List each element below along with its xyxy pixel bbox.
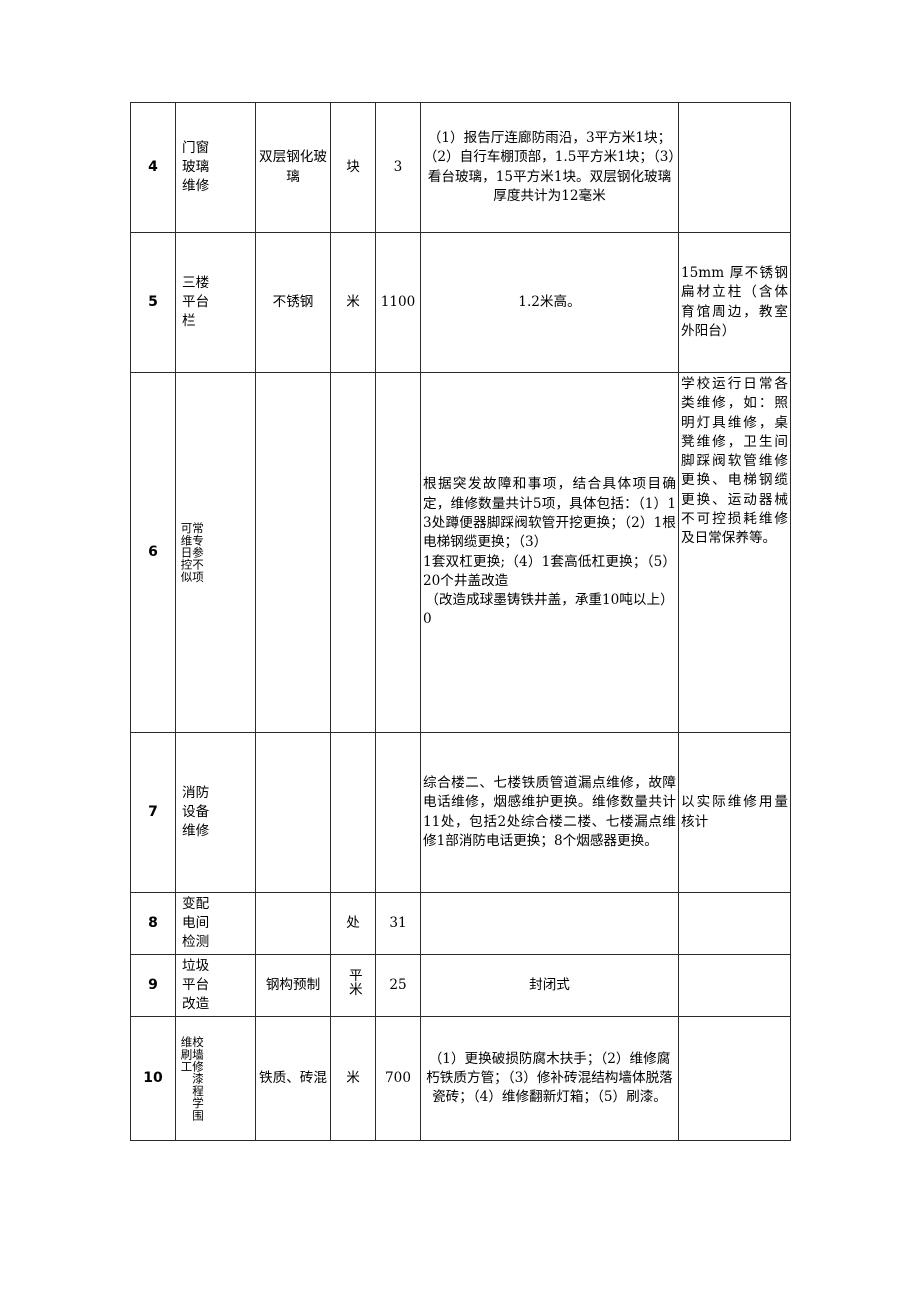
item-unit: 块 xyxy=(330,102,376,233)
item-note xyxy=(678,954,791,1017)
item-unit-text: 平米 xyxy=(345,968,362,997)
table-row: 9 垃圾平台改造 钢构预制 平米 25 封闭式 xyxy=(130,954,791,1017)
row-index: 7 xyxy=(130,732,176,893)
item-description: （1）更换破损防腐木扶手；（2）维修腐朽铁质方管；（3）修补砖混结构墙体脱落瓷砖… xyxy=(420,1016,679,1141)
item-description: 封闭式 xyxy=(420,954,679,1017)
item-material: 铁质、砖混 xyxy=(255,1016,331,1141)
item-note: 15mm 厚不锈钢扁材立柱（含体育馆周边，教室外阳台） xyxy=(678,232,791,373)
item-quantity: 25 xyxy=(375,954,421,1017)
item-quantity: 700 xyxy=(375,1016,421,1141)
item-name-vertical-right: 常专参不项 xyxy=(191,522,205,583)
item-name-text: 变配电间检测 xyxy=(182,896,210,950)
row-index: 9 xyxy=(130,954,176,1017)
item-material xyxy=(255,892,331,955)
table-row: 6 常专参不项 可维日控似 根据突发故障和事项，结合具体项目确定，维修数量共计5… xyxy=(130,372,791,733)
item-name-vertical-right: 校墙修漆程学围 xyxy=(191,1035,205,1122)
item-name-text: 三楼平台栏 xyxy=(182,275,210,329)
row-index: 6 xyxy=(130,372,176,733)
item-quantity xyxy=(375,372,421,733)
table-row: 7 消防设备维修 综合楼二、七楼铁质管道漏点维修，故障电话维修，烟感维护更换。维… xyxy=(130,732,791,893)
item-quantity xyxy=(375,732,421,893)
table-row: 4 门窗玻璃维修 双层钢化玻璃 块 3 （1）报告厅连廊防雨沿，3平方米1块；（… xyxy=(130,102,791,233)
item-name-text: 门窗玻璃维修 xyxy=(182,140,210,194)
item-name-vertical-left: 可维日控似 xyxy=(179,522,194,583)
item-description-part3: （改造成球墨铸铁井盖，承重10吨以上）0 xyxy=(423,592,674,628)
item-material xyxy=(255,372,331,733)
item-description: 根据突发故障和事项，结合具体项目确定，维修数量共计5项，具体包括：（1）13处蹲… xyxy=(420,372,679,733)
item-description-part1: 根据突发故障和事项，结合具体项目确定，维修数量共计5项，具体包括：（1）13处蹲… xyxy=(423,476,676,551)
item-note xyxy=(678,892,791,955)
item-note xyxy=(678,1016,791,1141)
item-note: 以实际维修用量核计 xyxy=(678,732,791,893)
item-name: 变配电间检测 xyxy=(175,892,256,955)
item-name-vertical: 校墙修漆程学围 维刷工 xyxy=(178,1036,253,1121)
item-name: 常专参不项 可维日控似 xyxy=(175,372,256,733)
item-description xyxy=(420,892,679,955)
table-row: 5 三楼平台栏 不锈钢 米 1100 1.2米高。 15mm 厚不锈钢扁材立柱（… xyxy=(130,232,791,373)
item-material: 双层钢化玻璃 xyxy=(255,102,331,233)
item-note xyxy=(678,102,791,233)
item-name: 三楼平台栏 xyxy=(175,232,256,373)
item-name-text: 消防设备维修 xyxy=(182,785,210,839)
item-material: 钢构预制 xyxy=(255,954,331,1017)
item-description-part2: 1套双杠更换;（4）1套高低杠更换；（5）20个井盖改造 xyxy=(423,553,676,589)
table-row: 10 校墙修漆程学围 维刷工 铁质、砖混 米 700 （1）更换破损防腐木扶手；… xyxy=(130,1016,791,1141)
item-description: 综合楼二、七楼铁质管道漏点维修，故障电话维修，烟感维护更换。维修数量共计11处，… xyxy=(420,732,679,893)
item-name-vertical: 常专参不项 可维日控似 xyxy=(178,522,253,583)
item-quantity: 31 xyxy=(375,892,421,955)
item-quantity: 3 xyxy=(375,102,421,233)
item-unit xyxy=(330,372,376,733)
item-note: 学校运行日常各类维修，如：照明灯具维修，桌凳维修，卫生间脚踩阀软管维修更换、电梯… xyxy=(678,372,791,733)
item-material: 不锈钢 xyxy=(255,232,331,373)
item-name: 消防设备维修 xyxy=(175,732,256,893)
item-unit: 处 xyxy=(330,892,376,955)
row-index: 5 xyxy=(130,232,176,373)
row-index: 8 xyxy=(130,892,176,955)
item-unit: 平米 xyxy=(330,954,376,1017)
row-index: 4 xyxy=(130,102,176,233)
item-name: 门窗玻璃维修 xyxy=(175,102,256,233)
item-name: 校墙修漆程学围 维刷工 xyxy=(175,1016,256,1141)
item-material xyxy=(255,732,331,893)
item-unit xyxy=(330,732,376,893)
item-description: 1.2米高。 xyxy=(420,232,679,373)
document-page: 4 门窗玻璃维修 双层钢化玻璃 块 3 （1）报告厅连廊防雨沿，3平方米1块；（… xyxy=(0,0,920,1301)
item-description: （1）报告厅连廊防雨沿，3平方米1块；（2）自行车棚顶部，1.5平方米1块；（3… xyxy=(420,102,679,233)
maintenance-items-table: 4 门窗玻璃维修 双层钢化玻璃 块 3 （1）报告厅连廊防雨沿，3平方米1块；（… xyxy=(130,102,791,1141)
item-unit: 米 xyxy=(330,232,376,373)
table-row: 8 变配电间检测 处 31 xyxy=(130,892,791,955)
row-index: 10 xyxy=(130,1016,176,1141)
item-unit: 米 xyxy=(330,1016,376,1141)
item-name-vertical-left: 维刷工 xyxy=(179,1035,194,1073)
item-name: 垃圾平台改造 xyxy=(175,954,256,1017)
item-quantity: 1100 xyxy=(375,232,421,373)
item-name-text: 垃圾平台改造 xyxy=(182,958,210,1012)
